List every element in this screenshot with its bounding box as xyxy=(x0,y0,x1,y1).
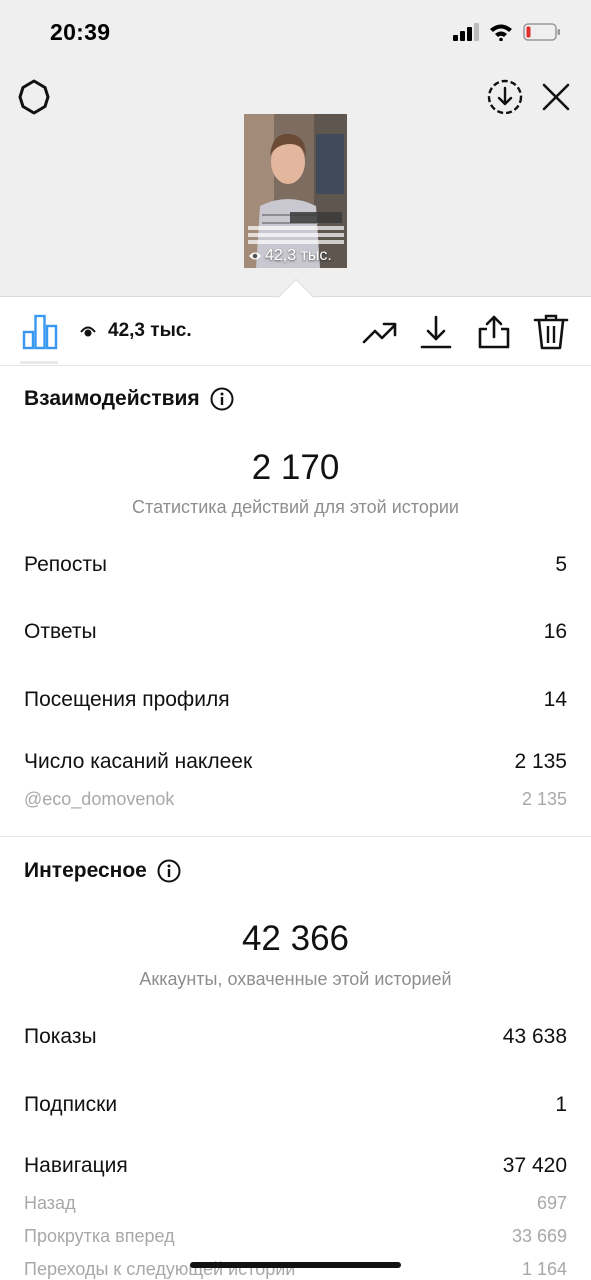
stat-label: Подписки xyxy=(24,1093,118,1116)
stat-row-reposts: Репосты 5 xyxy=(24,553,567,577)
battery-icon xyxy=(523,23,560,41)
discovery-title: Интересное xyxy=(24,859,147,882)
discovery-caption: Аккаунты, охваченные этой историей xyxy=(139,969,452,989)
stat-row-follows: Подписки 1 xyxy=(24,1093,567,1117)
stat-sublabel: @eco_domovenok xyxy=(24,789,175,809)
discovery-total: 42 366 xyxy=(241,919,350,958)
stat-subrow-sticker-account: @eco_domovenok 2 135 xyxy=(24,789,567,810)
wifi-icon xyxy=(490,24,512,41)
settings-icon[interactable] xyxy=(15,78,53,116)
signal-icon xyxy=(453,23,479,41)
stat-value: 16 xyxy=(543,620,567,643)
download-icon[interactable] xyxy=(418,314,454,350)
stat-row-impressions: Показы 43 638 xyxy=(24,1025,567,1049)
close-icon[interactable] xyxy=(540,80,572,114)
story-thumbnail[interactable]: 42,3 тыс. xyxy=(244,114,347,268)
stat-value: 37 420 xyxy=(502,1154,567,1177)
bar-chart-icon[interactable] xyxy=(22,314,58,350)
interactions-title: Взаимодействия xyxy=(24,387,200,410)
stat-subvalue: 697 xyxy=(536,1193,567,1213)
stat-value: 2 135 xyxy=(514,750,567,773)
eye-icon xyxy=(249,252,261,260)
stat-label: Репосты xyxy=(24,553,108,576)
share-icon[interactable] xyxy=(476,314,512,350)
stat-value: 14 xyxy=(543,688,567,711)
story-views-text: 42,3 тыс. xyxy=(265,247,332,264)
status-bar: 20:39 xyxy=(0,0,591,64)
stat-subrow-forward: Прокрутка вперед 33 669 xyxy=(24,1226,567,1247)
trending-icon[interactable] xyxy=(362,314,398,350)
status-time: 20:39 xyxy=(50,19,111,45)
discovery-section-title: Интересное xyxy=(24,859,181,883)
info-icon[interactable] xyxy=(157,859,181,883)
section-divider xyxy=(0,836,591,837)
stat-sublabel: Назад xyxy=(24,1193,76,1213)
views-text: 42,3 тыс. xyxy=(108,320,192,341)
interactions-caption: Статистика действий для этой истории xyxy=(132,497,459,517)
stat-subvalue: 1 164 xyxy=(521,1259,567,1279)
interactions-total: 2 170 xyxy=(251,448,340,487)
stat-sublabel: Прокрутка вперед xyxy=(24,1226,175,1246)
stat-row-sticker-taps: Число касаний наклеек 2 135 xyxy=(24,750,567,774)
stat-value: 43 638 xyxy=(502,1025,567,1048)
stat-label: Навигация xyxy=(24,1154,128,1177)
trash-icon[interactable] xyxy=(533,314,569,350)
stat-label: Посещения профиля xyxy=(24,688,230,711)
views-count: 42,3 тыс. xyxy=(80,320,192,342)
stat-value: 5 xyxy=(555,553,567,576)
stat-subvalue: 2 135 xyxy=(521,789,567,809)
stat-label: Показы xyxy=(24,1025,97,1048)
story-views-overlay: 42,3 тыс. xyxy=(248,247,332,265)
stat-row-profile-visits: Посещения профиля 14 xyxy=(24,688,567,712)
status-icons xyxy=(453,22,561,42)
story-photo xyxy=(244,114,347,268)
stat-row-replies: Ответы 16 xyxy=(24,620,567,644)
info-icon[interactable] xyxy=(210,387,234,411)
insights-toolbar: 42,3 тыс. xyxy=(0,298,591,366)
stat-label: Ответы xyxy=(24,620,97,643)
stat-label: Число касаний наклеек xyxy=(24,750,253,773)
stat-subrow-back: Назад 697 xyxy=(24,1193,567,1214)
stat-row-navigation: Навигация 37 420 xyxy=(24,1154,567,1178)
interactions-section-title: Взаимодействия xyxy=(24,387,234,411)
home-indicator[interactable] xyxy=(190,1262,401,1268)
active-tab-indicator xyxy=(20,361,58,364)
eye-icon xyxy=(80,326,96,337)
download-circle-icon[interactable] xyxy=(486,78,524,116)
stat-subvalue: 33 669 xyxy=(511,1226,567,1246)
stat-value: 1 xyxy=(555,1093,567,1116)
